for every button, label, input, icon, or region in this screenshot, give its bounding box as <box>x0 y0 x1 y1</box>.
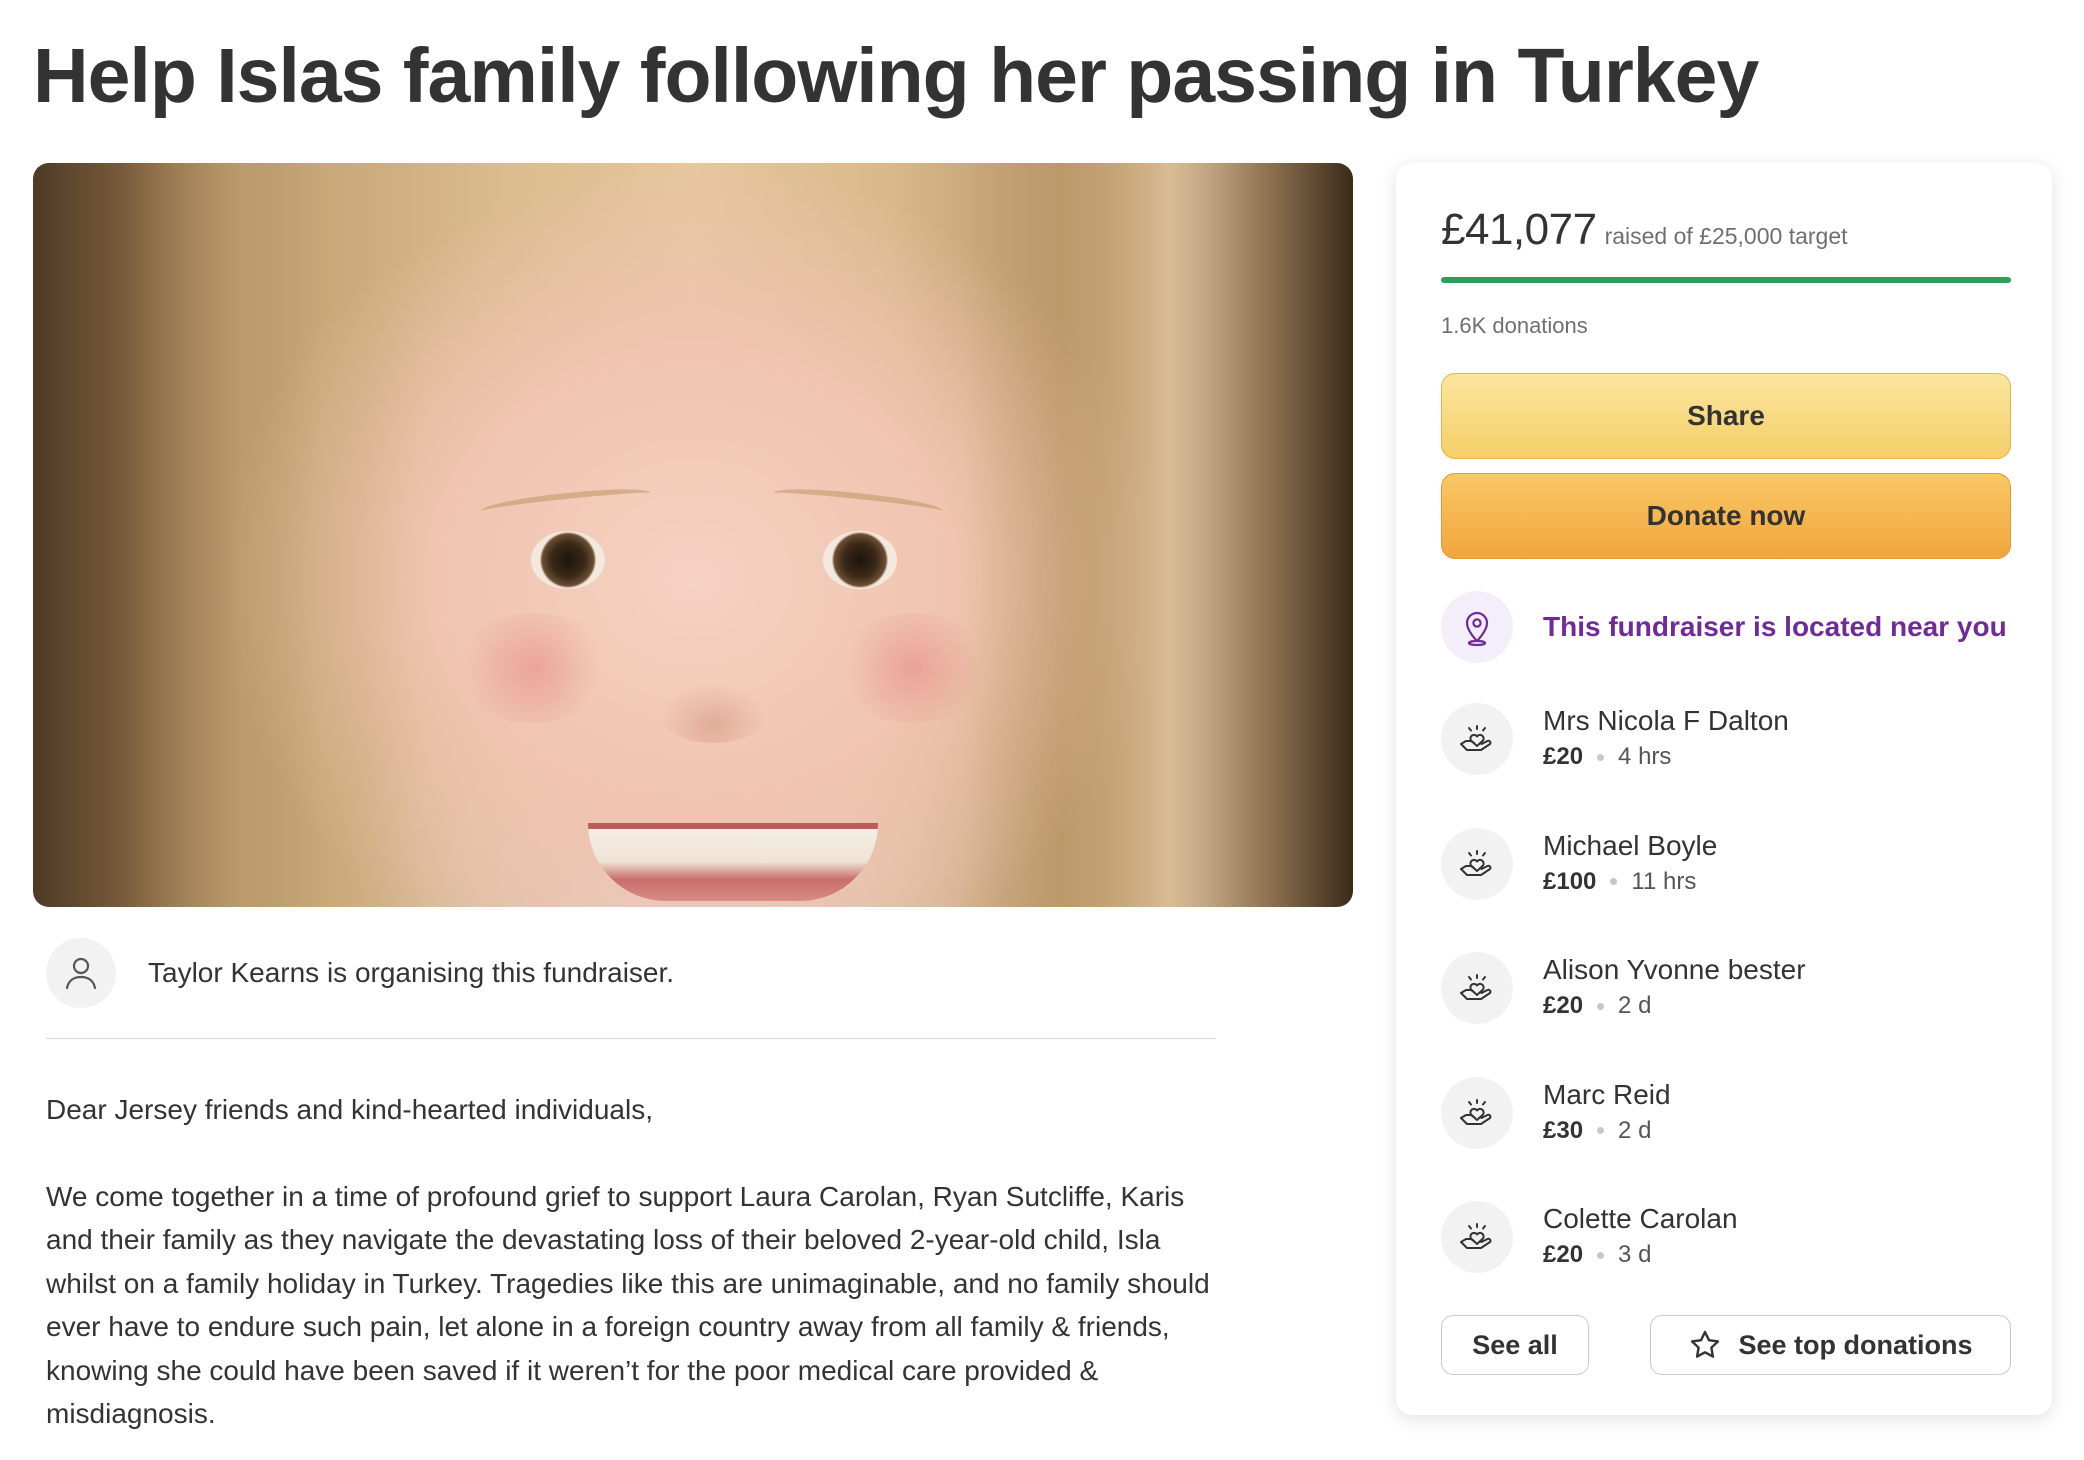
photo-mouth <box>588 823 878 901</box>
share-button[interactable]: Share <box>1441 373 2011 459</box>
donation-item: Mrs Nicola F Dalton £20 4 hrs <box>1441 703 2011 828</box>
photo-cheek-right <box>833 613 993 723</box>
donation-time: 2 d <box>1618 1116 1652 1144</box>
nearby-notice: This fundraiser is located near you <box>1441 591 2007 663</box>
donation-item: Colette Carolan £20 3 d <box>1441 1201 2011 1326</box>
see-top-donations-label: See top donations <box>1738 1329 1973 1360</box>
donation-time: 2 d <box>1618 992 1652 1019</box>
photo-eye-left <box>531 531 605 589</box>
separator-dot <box>1597 1127 1605 1134</box>
donation-time: 11 hrs <box>1631 867 1697 895</box>
donor-name: Marc Reid <box>1543 1078 1671 1110</box>
heart-hand-icon <box>1441 703 1513 775</box>
photo-hair-left <box>123 163 423 907</box>
donation-item: Alison Yvonne bester £20 2 d <box>1441 952 2011 1077</box>
separator-dot <box>1597 1251 1605 1259</box>
donor-name: Alison Yvonne bester <box>1543 954 1806 985</box>
story-paragraph: Dear Jersey friends and kind-hearted ind… <box>46 1094 653 1125</box>
photo-brow-right <box>772 484 944 520</box>
heart-hand-icon <box>1441 1201 1513 1273</box>
raised-amount: £41,077 <box>1441 205 1597 254</box>
organiser-row: Taylor Kearns is organising this fundrai… <box>46 938 1216 1008</box>
fundraiser-photo <box>33 163 1353 907</box>
donor-name: Mrs Nicola F Dalton <box>1543 705 1789 736</box>
donation-item: Marc Reid £30 2 d <box>1441 1076 2011 1202</box>
donor-name: Michael Boyle <box>1543 829 1718 861</box>
user-icon <box>46 938 116 1008</box>
story: Dear Jersey friends and kind-hearted ind… <box>46 1088 1236 1460</box>
recent-donations: Mrs Nicola F Dalton £20 4 hrs Michael Bo… <box>1441 703 2011 1326</box>
photo-hair-right <box>963 163 1223 907</box>
separator-dot <box>1610 878 1618 885</box>
nearby-text: This fundraiser is located near you <box>1543 611 2007 642</box>
photo-eye-right <box>823 531 897 589</box>
donation-amount: £20 <box>1543 743 1584 770</box>
donation-card: £41,077 raised of £25,000 target 1.6K do… <box>1396 163 2052 1415</box>
see-all-button[interactable]: See all <box>1441 1315 1589 1375</box>
donation-count: 1.6K donations <box>1441 313 1588 338</box>
target-text: raised of £25,000 target <box>1604 223 1848 249</box>
donation-time: 3 d <box>1618 1241 1652 1268</box>
donate-now-button[interactable]: Donate now <box>1441 473 2011 559</box>
donation-item: Michael Boyle £100 11 hrs <box>1441 827 2011 953</box>
see-top-donations-button[interactable]: See top donations <box>1650 1315 2011 1375</box>
heart-hand-icon <box>1441 952 1513 1024</box>
photo-brow-left <box>480 484 652 520</box>
photo-cheek-left <box>453 613 613 723</box>
progress-fill <box>1441 277 2011 283</box>
heart-hand-icon <box>1441 827 1513 900</box>
separator-dot <box>1597 753 1605 761</box>
donation-amount: £100 <box>1543 867 1597 895</box>
page-title: Help Islas family following her passing … <box>33 33 1759 119</box>
organiser-text: Taylor Kearns is organising this fundrai… <box>148 957 675 988</box>
story-paragraph: We come together in a time of profound g… <box>46 1180 1210 1430</box>
donor-name: Colette Carolan <box>1543 1203 1738 1234</box>
location-pin-icon <box>1441 591 1513 663</box>
separator-dot <box>1597 1002 1605 1010</box>
amount-row: £41,077 raised of £25,000 target <box>1441 205 1848 255</box>
divider <box>46 1038 1216 1039</box>
star-icon <box>1688 1328 1722 1362</box>
donation-amount: £20 <box>1543 992 1584 1019</box>
heart-hand-icon <box>1441 1076 1513 1149</box>
donation-time: 4 hrs <box>1618 743 1672 770</box>
donation-amount: £20 <box>1543 1241 1584 1268</box>
progress-bar <box>1441 277 2011 283</box>
donation-amount: £30 <box>1543 1116 1584 1144</box>
photo-nose <box>658 683 768 743</box>
